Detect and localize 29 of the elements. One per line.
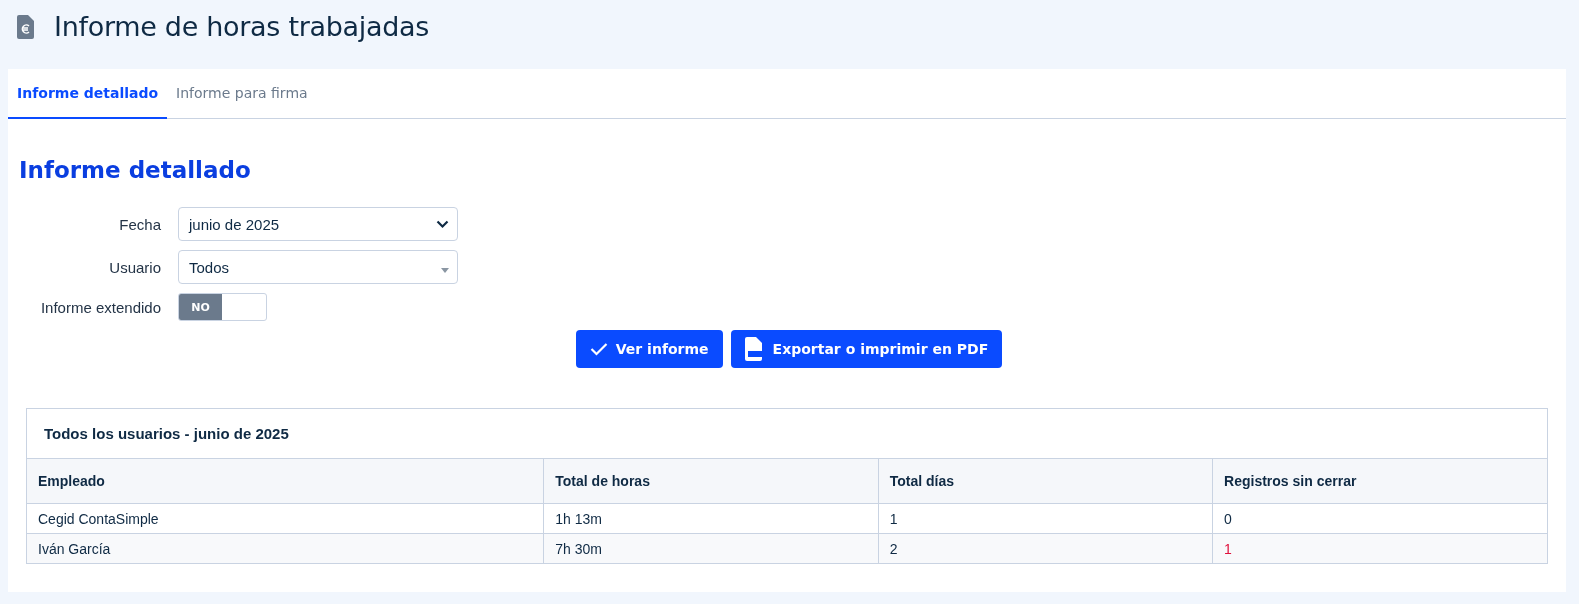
pdf-file-icon	[744, 337, 765, 361]
column-header: Total días	[878, 459, 1213, 504]
date-select[interactable]: junio de 2025	[178, 207, 458, 241]
tab[interactable]: Informe para firma	[167, 69, 317, 119]
table-cell: 7h 30m	[543, 533, 879, 563]
document-euro-icon	[16, 14, 36, 39]
chevron-down-icon	[436, 219, 449, 229]
table-cell: 0	[1212, 503, 1547, 534]
column-header: Empleado	[27, 459, 544, 504]
table-cell: Cegid ContaSimple	[27, 503, 544, 534]
page-title: Informe de horas trabajadas	[54, 11, 430, 42]
tab[interactable]: Informe detallado	[8, 69, 168, 119]
export-pdf-button[interactable]: Exportar o imprimir en PDF	[730, 330, 1003, 368]
caret-down-icon	[441, 267, 449, 273]
table-cell: 1	[1212, 533, 1547, 563]
check-icon	[589, 342, 608, 356]
column-header: Registros sin cerrar	[1212, 459, 1547, 504]
field-label: Informe extendido	[39, 298, 161, 316]
user-select[interactable]: Todos	[178, 250, 458, 284]
table-cell: Iván García	[27, 533, 544, 563]
table-cell: 1h 13m	[543, 503, 879, 534]
table-cell: 1	[878, 503, 1213, 534]
table-cell: 2	[878, 533, 1213, 563]
toggle-switch[interactable]: NO	[178, 293, 267, 321]
field-label: Usuario	[108, 258, 161, 276]
column-header: Total de horas	[543, 459, 879, 504]
field-label: Fecha	[118, 215, 161, 233]
view-report-button[interactable]: Ver informe	[575, 330, 723, 368]
section-title: Informe detallado	[19, 157, 252, 183]
